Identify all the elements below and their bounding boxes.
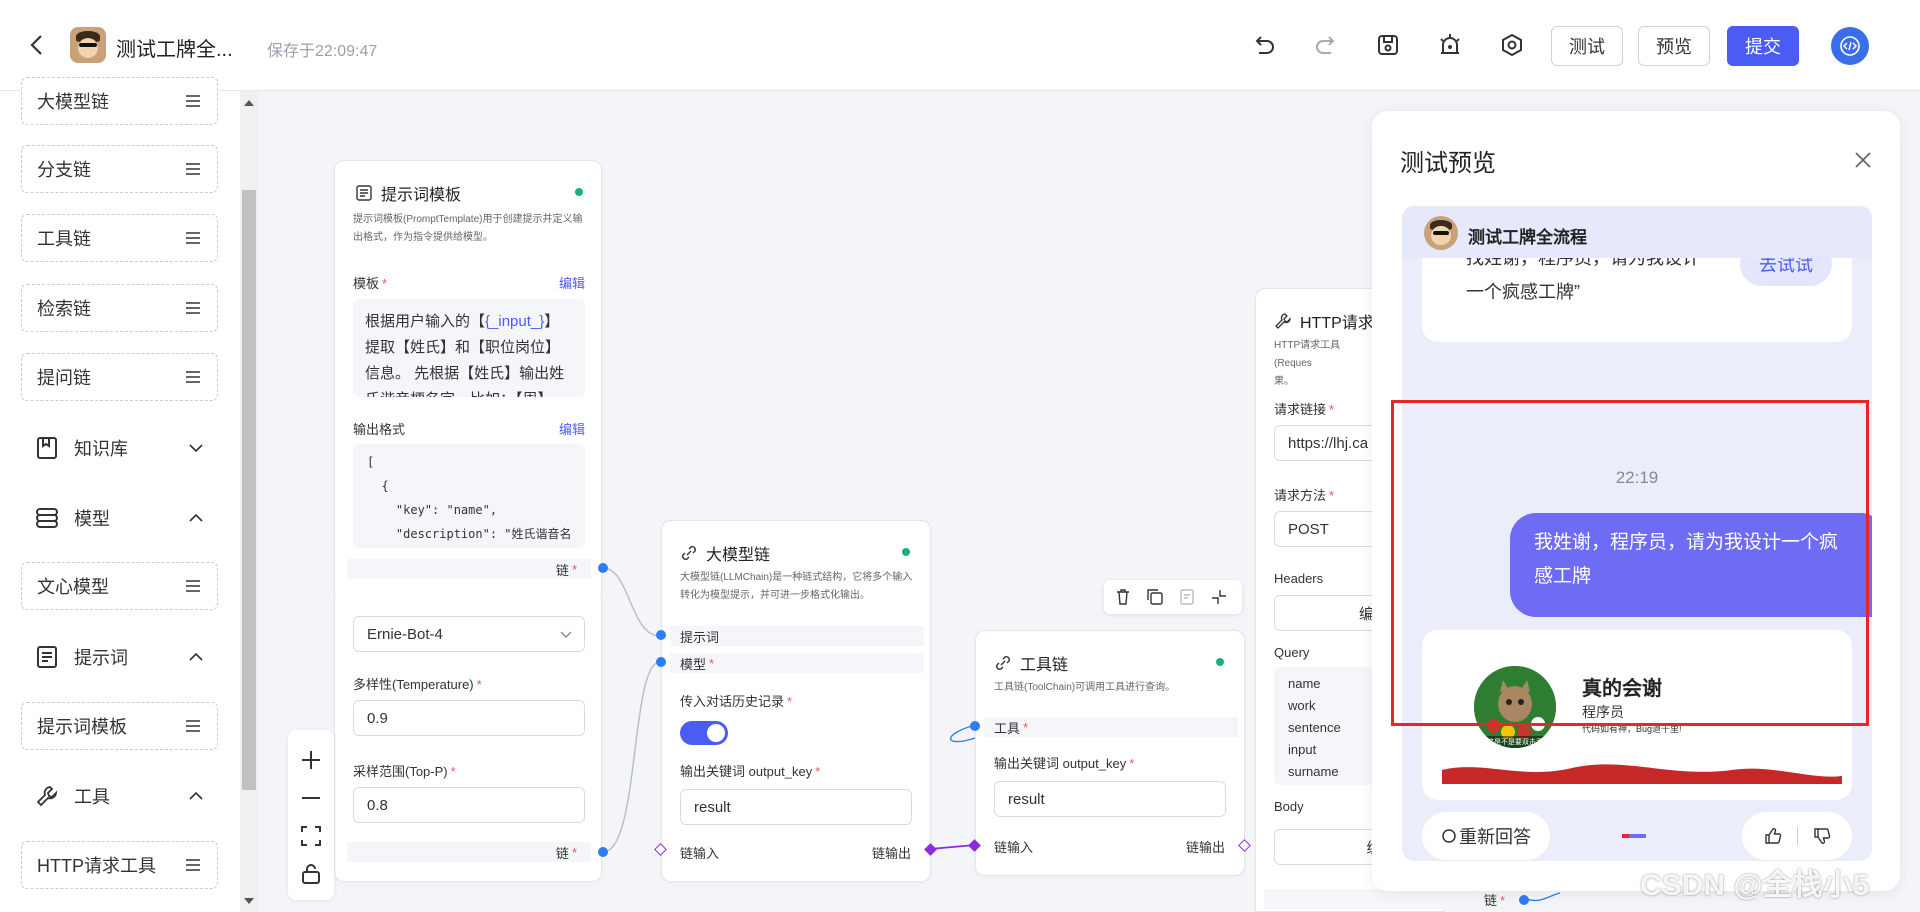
chain-port-row: 链 * bbox=[347, 842, 591, 862]
node-title: 大模型链 bbox=[706, 547, 771, 564]
zoom-in-icon[interactable] bbox=[299, 748, 323, 772]
model-port-row: 模型 * bbox=[670, 653, 924, 673]
field-label: 采样范围(Top-P) * bbox=[353, 764, 456, 779]
highlight-box bbox=[1391, 400, 1869, 726]
chat-header: 测试工牌全流程 bbox=[1402, 206, 1872, 258]
llm-chain-node[interactable]: 大模型链 大模型链(LLMChain)是一种链式结构，它将多个输入转化为模型提示… bbox=[661, 520, 931, 882]
app-root: 测试工牌全... 保存于22:09:47 测试 预览 提交 大模型链 分支链 工… bbox=[0, 0, 1920, 912]
status-dot bbox=[575, 188, 583, 196]
http-chain-label: 链 * bbox=[1484, 893, 1506, 908]
node-description: HTTP请求工具(Reques 果。 bbox=[1274, 340, 1341, 387]
field-label: 传入对话历史记录 * bbox=[680, 694, 793, 709]
loading-indicator-accent bbox=[1622, 834, 1629, 838]
field-label: 输出格式 bbox=[353, 422, 406, 437]
temperature-input[interactable]: 0.9 bbox=[353, 700, 585, 736]
link-icon bbox=[996, 656, 1010, 670]
zoom-toolbar bbox=[288, 730, 334, 900]
chevron-down-icon bbox=[560, 631, 572, 638]
node-title: HTTP请求 bbox=[1300, 315, 1374, 332]
thumbs-up-icon[interactable] bbox=[1763, 826, 1783, 846]
node-title: 提示词模板 bbox=[381, 187, 462, 204]
llm-prompt-port[interactable] bbox=[656, 630, 666, 640]
chain-out-label: 链输出 bbox=[872, 846, 912, 861]
field-label: Body bbox=[1274, 799, 1304, 814]
node-header: HTTP请求 bbox=[1274, 309, 1374, 333]
field-label: 模板 * bbox=[353, 276, 388, 291]
fit-view-icon[interactable] bbox=[299, 824, 323, 848]
node-header: 提示词模板 bbox=[355, 181, 461, 205]
refresh-icon bbox=[1442, 829, 1456, 843]
zoom-out-icon[interactable] bbox=[299, 786, 323, 810]
edit-template-link[interactable]: 编辑 bbox=[559, 273, 585, 292]
document-icon bbox=[356, 185, 372, 201]
model-select[interactable]: Ernie-Bot-4 bbox=[353, 616, 585, 652]
avatar-caption: 这是不是要双击滑 bbox=[1487, 739, 1543, 746]
output-key-input[interactable]: result bbox=[994, 781, 1226, 817]
panel-title: 测试预览 bbox=[1400, 150, 1496, 177]
feedback-group bbox=[1742, 812, 1852, 860]
regenerate-button[interactable]: 重新回答 bbox=[1422, 812, 1550, 860]
thumbs-down-icon[interactable] bbox=[1812, 826, 1832, 846]
close-icon[interactable] bbox=[1854, 151, 1872, 169]
field-label: 请求链接 * bbox=[1274, 402, 1335, 417]
field-label: 输出关键词 output_key * bbox=[680, 764, 821, 779]
divider bbox=[1796, 827, 1798, 845]
wrench-icon bbox=[1275, 313, 1291, 329]
bot-avatar bbox=[1424, 216, 1458, 250]
http-chain-port[interactable] bbox=[1519, 895, 1529, 905]
output-format-code[interactable]: [ { "key": "name", "description": "姓氏谐音名… bbox=[353, 444, 585, 548]
tool-chain-node[interactable]: 工具链 工具链(ToolChain)可调用工具进行查询。 工具 * 输出关键词 o… bbox=[975, 630, 1245, 876]
field-label: Headers bbox=[1274, 571, 1324, 586]
lock-icon[interactable] bbox=[299, 862, 323, 886]
top-p-input[interactable]: 0.8 bbox=[353, 787, 585, 823]
template-textbox[interactable]: 根据用户输入的【{_input_}】提取【姓氏】和【职位岗位】信息。 先根据【姓… bbox=[353, 299, 585, 397]
delete-icon[interactable] bbox=[1113, 587, 1133, 607]
chain-port-row bbox=[1264, 889, 1476, 909]
field-label: 多样性(Temperature) * bbox=[353, 677, 482, 692]
chain-in-label: 链输入 bbox=[994, 840, 1034, 855]
output-key-input[interactable]: result bbox=[680, 789, 912, 825]
field-label: 请求方法 * bbox=[1274, 488, 1335, 503]
history-toggle[interactable] bbox=[680, 721, 728, 745]
node-description: 工具链(ToolChain)可调用工具进行查询。 bbox=[994, 682, 1176, 693]
note-icon[interactable] bbox=[1177, 587, 1197, 607]
tool-port-row: 工具 * bbox=[984, 717, 1238, 737]
watermark-text: CSDN @全栈小5 bbox=[1640, 869, 1870, 902]
tool-port[interactable] bbox=[970, 721, 980, 731]
bot-name: 测试工牌全流程 bbox=[1468, 228, 1587, 247]
llm-model-port[interactable] bbox=[656, 657, 666, 667]
chain-in-label: 链输入 bbox=[680, 846, 720, 861]
status-dot bbox=[902, 548, 910, 556]
node-title: 工具链 bbox=[1020, 657, 1069, 674]
prompt-template-node[interactable]: 提示词模板 提示词模板(PromptTemplate)用于创建提示并定义输出格式… bbox=[334, 160, 602, 602]
node-description: 提示词模板(PromptTemplate)用于创建提示并定义输出格式，作为指令提… bbox=[353, 214, 583, 243]
edit-output-link[interactable]: 编辑 bbox=[559, 419, 585, 438]
chain-port-row: 链 * bbox=[347, 559, 591, 579]
collapse-icon[interactable] bbox=[1209, 587, 1229, 607]
wave-decoration bbox=[1442, 764, 1842, 784]
node-header: 工具链 bbox=[994, 651, 1068, 675]
node-header: 大模型链 bbox=[680, 541, 770, 565]
field-label: Query bbox=[1274, 645, 1310, 660]
status-dot bbox=[1216, 658, 1224, 666]
chain-out-label: 链输出 bbox=[1186, 840, 1226, 855]
copy-icon[interactable] bbox=[1145, 587, 1165, 607]
model-node[interactable]: Ernie-Bot-4 多样性(Temperature) * 0.9 采样范围(T… bbox=[334, 596, 602, 882]
node-toolbar bbox=[1104, 580, 1242, 614]
link-icon bbox=[682, 546, 696, 560]
model-chain-port[interactable] bbox=[598, 847, 608, 857]
prompt-port-row: 提示词 bbox=[670, 626, 924, 646]
node-description: 大模型链(LLMChain)是一种链式结构，它将多个输入转化为模型提示，并可进一… bbox=[680, 572, 913, 601]
field-label: 输出关键词 output_key * bbox=[994, 756, 1135, 771]
prompt-chain-port[interactable] bbox=[598, 563, 608, 573]
